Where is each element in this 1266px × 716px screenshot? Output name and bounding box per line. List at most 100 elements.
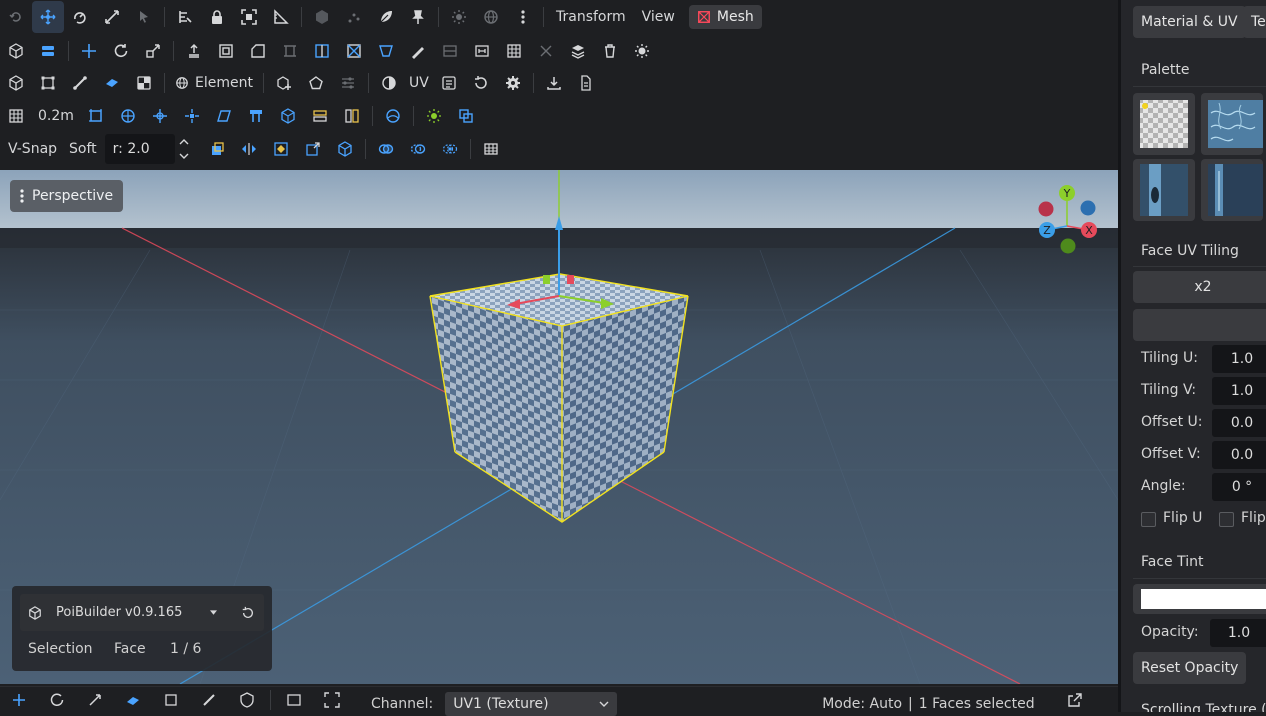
tab-material-uv[interactable]: Material & UV (1133, 6, 1246, 38)
angle-input[interactable]: 0 ° (1212, 473, 1266, 501)
gizmo-neg-y-ball[interactable] (1060, 238, 1076, 254)
snap-object-icon[interactable] (272, 100, 304, 132)
palette-swatch-checker[interactable] (1133, 93, 1195, 155)
pivot-center-icon[interactable] (265, 133, 297, 165)
scale-small-icon[interactable] (76, 684, 114, 716)
snap-light-icon[interactable] (418, 100, 450, 132)
vsnap-toggle[interactable]: V-Snap (0, 141, 65, 157)
offset-u-input[interactable]: 0.0 (1212, 409, 1266, 437)
grid-split-icon[interactable] (498, 35, 530, 67)
soft-toggle[interactable]: Soft (65, 141, 105, 157)
focus-icon[interactable] (313, 684, 351, 716)
knife-icon[interactable] (402, 35, 434, 67)
sliders-icon[interactable] (332, 67, 364, 99)
tab-texture[interactable]: Te (1243, 6, 1266, 38)
cube-icon[interactable] (306, 1, 338, 33)
snap-vertex-icon[interactable] (176, 100, 208, 132)
translate-icon[interactable] (73, 35, 105, 67)
version-selector[interactable]: PoiBuilder v0.9.165 (20, 594, 264, 631)
trash-icon[interactable] (594, 35, 626, 67)
move-small-icon[interactable] (0, 684, 38, 716)
stack-icon[interactable] (32, 35, 64, 67)
vertex-small-icon[interactable] (152, 684, 190, 716)
element-button[interactable]: Element (169, 75, 259, 91)
offset-v-input[interactable]: 0.0 (1212, 441, 1266, 469)
settings-gear-icon[interactable] (497, 67, 529, 99)
leaf-icon[interactable] (370, 1, 402, 33)
grid-size[interactable]: 0.2m (32, 108, 80, 124)
face-mode-icon[interactable] (96, 67, 128, 99)
boolean-intersect-icon[interactable] (434, 133, 466, 165)
measure-icon[interactable] (265, 1, 297, 33)
lock-icon[interactable] (201, 1, 233, 33)
select-arrow-icon[interactable] (128, 1, 160, 33)
snap-pivot-icon[interactable] (240, 100, 272, 132)
more-vertical-icon[interactable] (507, 1, 539, 33)
tile-blank-button[interactable] (1133, 309, 1266, 341)
flip-u-checkbox[interactable] (1141, 512, 1156, 527)
palette-swatch-water[interactable] (1201, 93, 1263, 155)
pin-icon[interactable] (402, 1, 434, 33)
scale-tool-icon[interactable] (96, 1, 128, 33)
gizmo-plane-handle[interactable] (567, 275, 574, 284)
rotate-tool-icon[interactable] (64, 1, 96, 33)
reset-opacity-button[interactable]: Reset Opacity (1133, 652, 1247, 684)
object-mode-icon[interactable] (0, 67, 32, 99)
mesh-mode-button[interactable]: Mesh (688, 4, 762, 29)
download-icon[interactable] (538, 67, 570, 99)
primitive-icon[interactable] (201, 133, 233, 165)
distribute-icon[interactable] (336, 100, 368, 132)
light-icon[interactable] (626, 35, 658, 67)
grid-icon[interactable] (0, 100, 32, 132)
layers-icon[interactable] (169, 1, 201, 33)
gizmo-neg-z-ball[interactable] (1080, 200, 1096, 216)
split-icon[interactable] (466, 35, 498, 67)
chevron-down-icon[interactable] (179, 152, 189, 160)
rotate-icon[interactable] (105, 35, 137, 67)
gizmo-plane-handle[interactable] (543, 275, 550, 284)
radius-stepper[interactable] (179, 138, 193, 160)
scale-icon[interactable] (137, 35, 169, 67)
tiling-u-input[interactable]: 1.0 (1212, 345, 1266, 373)
sun-icon[interactable] (443, 1, 475, 33)
gizmo-neg-x-ball[interactable] (1038, 201, 1054, 217)
globe-icon[interactable] (475, 1, 507, 33)
tint-color-picker[interactable] (1133, 584, 1266, 614)
snap-surface-icon[interactable] (377, 100, 409, 132)
snap-face-icon[interactable] (208, 100, 240, 132)
polygon-icon[interactable] (300, 67, 332, 99)
vertex-mode-icon[interactable] (32, 67, 64, 99)
palette-swatch-crystal[interactable] (1201, 159, 1263, 221)
opacity-input[interactable]: 1.0 (1210, 619, 1266, 647)
transform-menu[interactable]: Transform (548, 9, 634, 25)
refresh-icon[interactable] (465, 67, 497, 99)
table-icon[interactable] (475, 133, 507, 165)
taper-icon[interactable] (370, 35, 402, 67)
snap-sphere-icon[interactable] (112, 100, 144, 132)
add-shape-icon[interactable] (268, 67, 300, 99)
subdivide-icon[interactable] (338, 35, 370, 67)
move-tool-icon[interactable] (32, 0, 64, 33)
uv-panel-icon[interactable] (433, 67, 465, 99)
undo-icon[interactable] (0, 1, 32, 33)
chevron-up-icon[interactable] (179, 138, 189, 146)
reset-icon[interactable] (241, 606, 255, 620)
shield-icon[interactable] (228, 684, 266, 716)
loop-cut-icon[interactable] (306, 35, 338, 67)
world-axes-icon[interactable] (329, 133, 361, 165)
radius-input[interactable]: r: 2.0 (104, 134, 175, 164)
material-ball-icon[interactable] (373, 67, 405, 99)
local-axes-icon[interactable] (297, 133, 329, 165)
rotate-small-icon[interactable] (38, 684, 76, 716)
face-small-icon[interactable] (114, 684, 152, 716)
extrude-icon[interactable] (178, 35, 210, 67)
boolean-subtract-icon[interactable] (402, 133, 434, 165)
flatten-icon[interactable] (562, 35, 594, 67)
edge-small-icon[interactable] (190, 684, 228, 716)
document-icon[interactable] (570, 67, 602, 99)
boolean-union-icon[interactable] (370, 133, 402, 165)
element-mode-icon[interactable] (128, 67, 160, 99)
edge-mode-icon[interactable] (64, 67, 96, 99)
flip-v-checkbox[interactable] (1219, 512, 1234, 527)
frame-select-icon[interactable] (233, 1, 265, 33)
